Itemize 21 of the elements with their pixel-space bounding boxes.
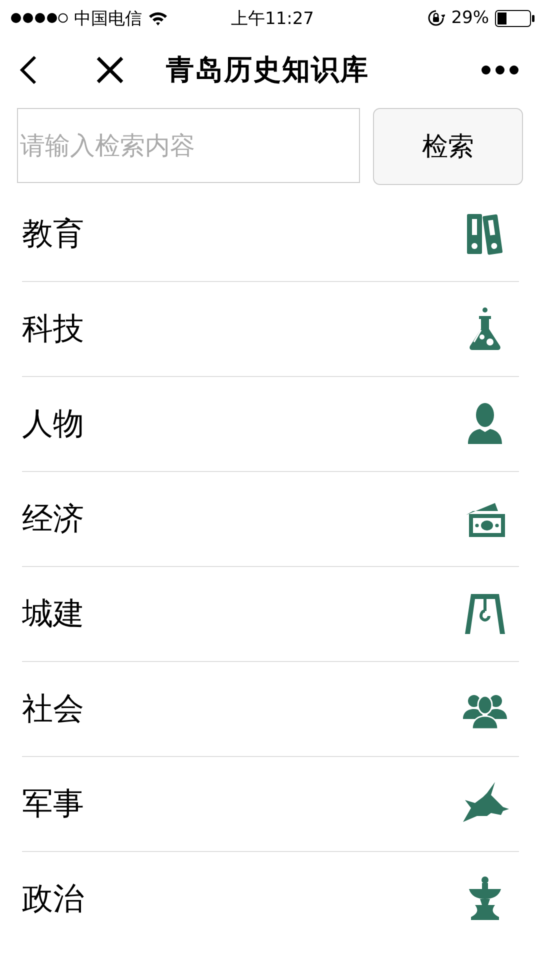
- category-item[interactable]: 社会: [22, 688, 461, 730]
- rotation-lock-icon: [427, 9, 446, 27]
- clock-time: 上午11:27: [231, 8, 314, 28]
- category-item[interactable]: 军事: [22, 783, 461, 825]
- search-button[interactable]: 检索: [373, 108, 523, 185]
- signal-icon: [10, 12, 68, 24]
- more-icon[interactable]: [481, 65, 519, 75]
- category-item[interactable]: 科技: [22, 308, 461, 350]
- page-title: 青岛历史知识库: [166, 52, 370, 88]
- back-icon[interactable]: [18, 55, 38, 85]
- category-item[interactable]: 教育: [22, 213, 461, 255]
- category-item[interactable]: 政治: [22, 878, 461, 920]
- wifi-icon: [148, 10, 168, 26]
- carrier-name: 中国电信: [74, 8, 142, 30]
- category-item[interactable]: 城建: [22, 593, 461, 635]
- battery-icon: [495, 10, 535, 26]
- category-item[interactable]: 人物: [22, 403, 461, 445]
- close-icon[interactable]: [96, 56, 124, 84]
- search-field[interactable]: 请输入检索内容: [17, 108, 360, 183]
- battery-percent: 29%: [451, 8, 489, 28]
- category-item[interactable]: 经济: [22, 498, 461, 540]
